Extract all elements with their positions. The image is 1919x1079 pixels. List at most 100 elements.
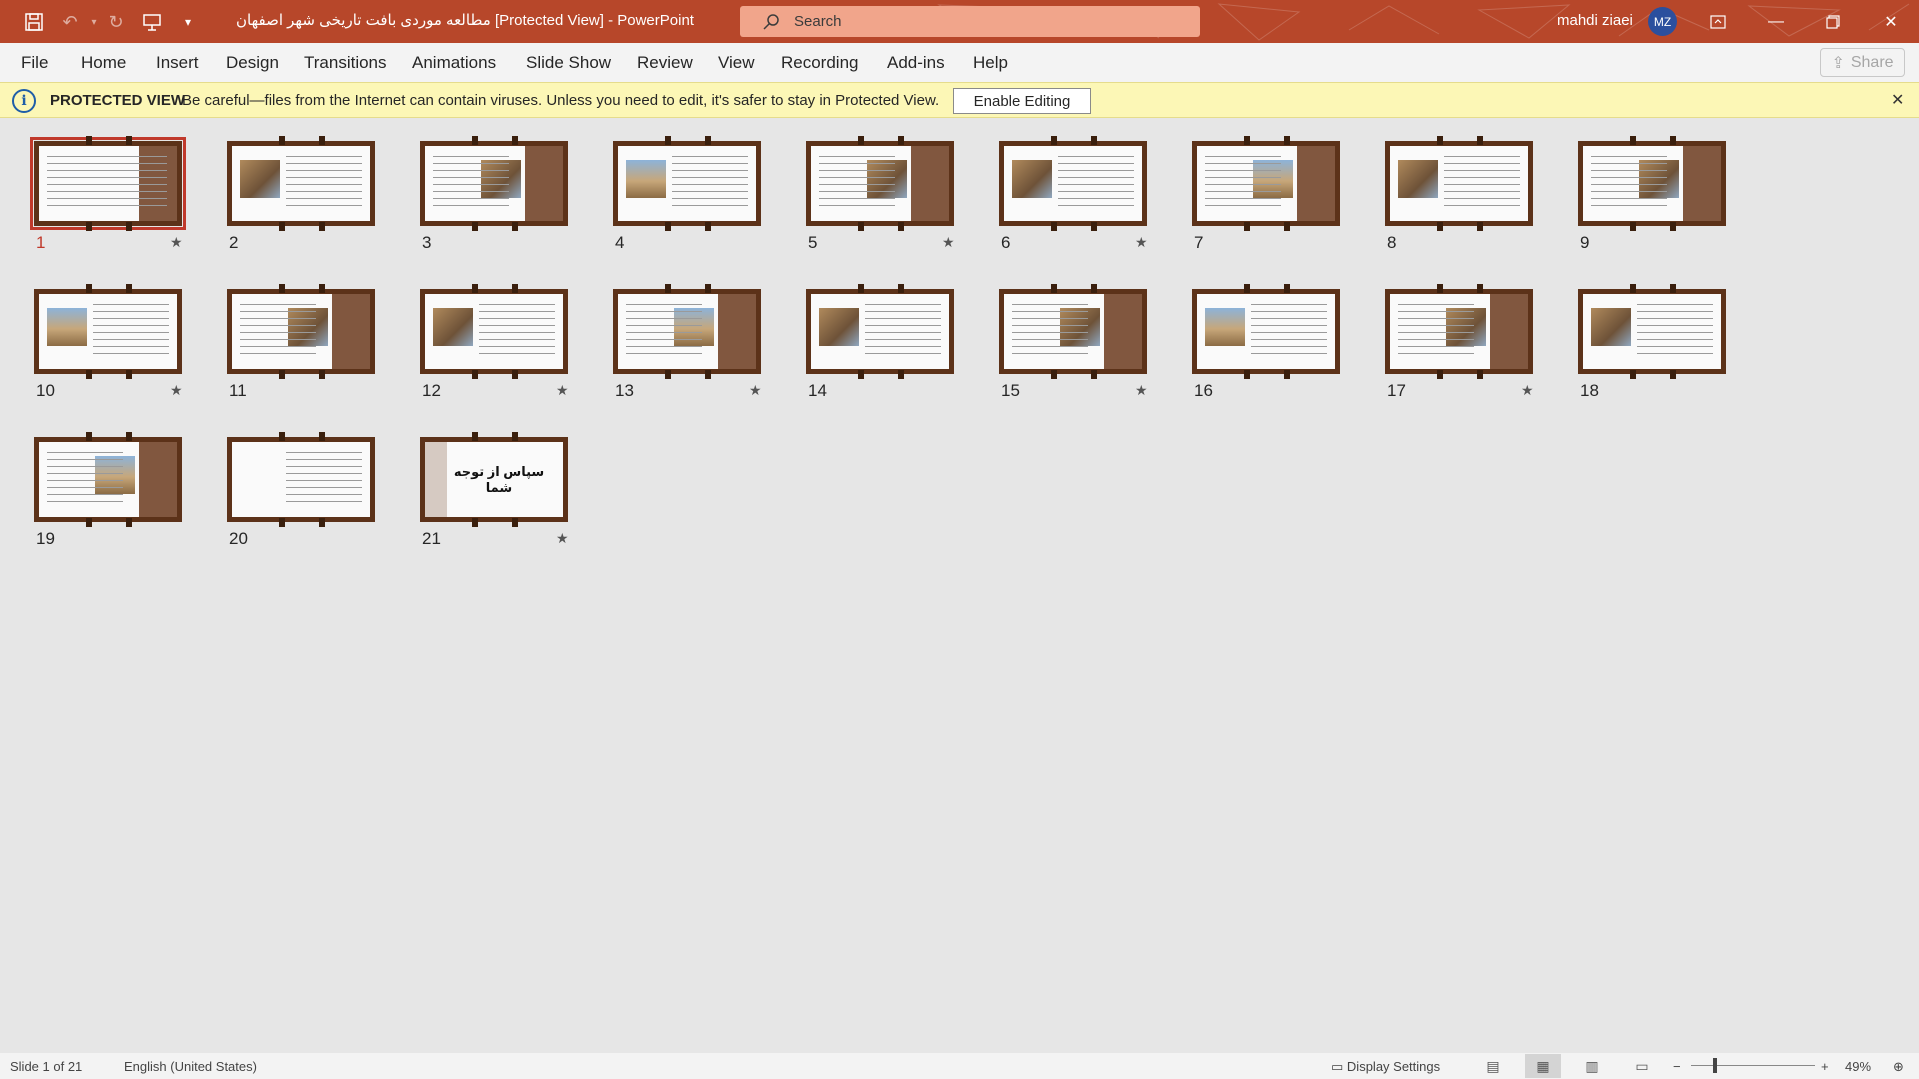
slide-text-line bbox=[1398, 304, 1474, 305]
tab-animations[interactable]: Animations bbox=[412, 53, 496, 73]
language-indicator[interactable]: English (United States) bbox=[124, 1059, 257, 1074]
slide-photo bbox=[626, 160, 666, 198]
slide-preview[interactable] bbox=[227, 432, 375, 527]
slide-preview[interactable] bbox=[806, 284, 954, 379]
slide-preview[interactable] bbox=[1578, 136, 1726, 231]
redo-icon[interactable]: ↻ bbox=[102, 8, 130, 36]
reading-view-icon[interactable]: ▥ bbox=[1574, 1054, 1610, 1078]
slide-text-line bbox=[479, 346, 555, 347]
animation-star-icon[interactable]: ★ bbox=[556, 382, 569, 399]
tab-view[interactable]: View bbox=[718, 53, 755, 73]
frame-clip bbox=[1477, 222, 1483, 231]
tab-help[interactable]: Help bbox=[973, 53, 1008, 73]
slide-text-line bbox=[479, 318, 555, 319]
slide-text-line bbox=[240, 332, 316, 333]
avatar[interactable]: MZ bbox=[1648, 7, 1677, 36]
zoom-slider-thumb[interactable] bbox=[1713, 1058, 1717, 1073]
slide-text-line bbox=[819, 156, 895, 157]
slide-photo bbox=[1253, 160, 1293, 198]
frame-clip bbox=[512, 222, 518, 231]
slide-preview[interactable] bbox=[1192, 284, 1340, 379]
present-from-start-icon[interactable] bbox=[138, 8, 166, 36]
slide-preview[interactable] bbox=[1578, 284, 1726, 379]
frame-clip bbox=[1284, 222, 1290, 231]
animation-star-icon[interactable]: ★ bbox=[170, 382, 183, 399]
frame-clip bbox=[86, 284, 92, 293]
frame-clip bbox=[1091, 222, 1097, 231]
restore-icon[interactable] bbox=[1810, 0, 1856, 43]
slide-text-line bbox=[865, 346, 941, 347]
slide-text-line bbox=[1444, 205, 1520, 206]
zoom-in-icon[interactable]: + bbox=[1821, 1059, 1829, 1074]
slide-preview[interactable] bbox=[613, 136, 761, 231]
slide-preview[interactable] bbox=[1192, 136, 1340, 231]
tab-recording[interactable]: Recording bbox=[781, 53, 859, 73]
ribbon-display-options-icon[interactable] bbox=[1695, 0, 1741, 43]
slide-preview[interactable] bbox=[227, 136, 375, 231]
close-icon[interactable]: ✕ bbox=[1868, 0, 1914, 43]
slide-text-line bbox=[1398, 311, 1474, 312]
slide-text-line bbox=[626, 339, 702, 340]
slide-show-view-icon[interactable]: ▭ bbox=[1624, 1054, 1660, 1078]
zoom-level[interactable]: 49% bbox=[1845, 1059, 1871, 1074]
slide-preview[interactable]: سپاس از توجه شما bbox=[420, 432, 568, 527]
share-button[interactable]: ⇪ Share bbox=[1820, 48, 1905, 77]
animation-star-icon[interactable]: ★ bbox=[556, 530, 569, 547]
tab-insert[interactable]: Insert bbox=[156, 53, 199, 73]
zoom-out-icon[interactable]: − bbox=[1673, 1059, 1681, 1074]
slide-preview[interactable] bbox=[999, 136, 1147, 231]
slide-decoration bbox=[718, 294, 756, 369]
tab-review[interactable]: Review bbox=[637, 53, 693, 73]
zoom-slider[interactable] bbox=[1691, 1065, 1815, 1066]
slide-text-line bbox=[819, 198, 895, 199]
slide-preview[interactable] bbox=[613, 284, 761, 379]
slide-preview[interactable] bbox=[420, 284, 568, 379]
slide-page bbox=[1004, 146, 1142, 221]
slide-number: 16 bbox=[1194, 381, 1213, 400]
slide-preview[interactable] bbox=[999, 284, 1147, 379]
animation-star-icon[interactable]: ★ bbox=[1521, 382, 1534, 399]
tab-add-ins[interactable]: Add-ins bbox=[887, 53, 945, 73]
animation-star-icon[interactable]: ★ bbox=[1135, 382, 1148, 399]
slide-preview[interactable] bbox=[34, 432, 182, 527]
tab-home[interactable]: Home bbox=[81, 53, 126, 73]
fit-to-window-icon[interactable]: ⊕ bbox=[1893, 1059, 1904, 1075]
slide-number: 19 bbox=[36, 529, 55, 548]
slide-preview[interactable] bbox=[1385, 136, 1533, 231]
slide-preview[interactable] bbox=[227, 284, 375, 379]
search-box[interactable]: Search bbox=[740, 6, 1200, 37]
slide-text-line bbox=[240, 339, 316, 340]
frame-clip bbox=[279, 432, 285, 441]
slide-text-line bbox=[47, 163, 167, 164]
display-settings-button[interactable]: ▭ Display Settings bbox=[1331, 1059, 1440, 1075]
slide-text-line bbox=[93, 318, 169, 319]
slide-preview[interactable] bbox=[30, 136, 186, 231]
slide-photo bbox=[433, 308, 473, 346]
slide-preview[interactable] bbox=[1385, 284, 1533, 379]
slide-page bbox=[811, 294, 949, 369]
normal-view-icon[interactable]: ▤ bbox=[1475, 1054, 1511, 1078]
animation-star-icon[interactable]: ★ bbox=[170, 234, 183, 251]
enable-editing-button[interactable]: Enable Editing bbox=[953, 88, 1091, 114]
slide-text-line bbox=[1398, 339, 1474, 340]
animation-star-icon[interactable]: ★ bbox=[1135, 234, 1148, 251]
close-icon[interactable]: ✕ bbox=[1891, 90, 1904, 110]
slide-sorter-view-icon[interactable]: ▦ bbox=[1525, 1054, 1561, 1078]
slide-preview[interactable] bbox=[420, 136, 568, 231]
tab-slide-show[interactable]: Slide Show bbox=[526, 53, 611, 73]
slide-text-line bbox=[626, 318, 702, 319]
tab-transitions[interactable]: Transitions bbox=[304, 53, 387, 73]
tab-design[interactable]: Design bbox=[226, 53, 279, 73]
slide-page bbox=[425, 146, 563, 221]
slide-preview[interactable] bbox=[806, 136, 954, 231]
user-name[interactable]: mahdi ziaei bbox=[1557, 12, 1633, 29]
customize-toolbar-icon[interactable]: ▾ bbox=[174, 8, 202, 36]
animation-star-icon[interactable]: ★ bbox=[942, 234, 955, 251]
save-icon[interactable] bbox=[20, 8, 48, 36]
slide-photo bbox=[674, 308, 714, 346]
slide-preview[interactable] bbox=[34, 284, 182, 379]
tab-file[interactable]: File bbox=[21, 53, 48, 73]
minimize-icon[interactable]: — bbox=[1753, 0, 1799, 43]
animation-star-icon[interactable]: ★ bbox=[749, 382, 762, 399]
ribbon-tabs: File Home Insert Design Transitions Anim… bbox=[0, 43, 1919, 82]
